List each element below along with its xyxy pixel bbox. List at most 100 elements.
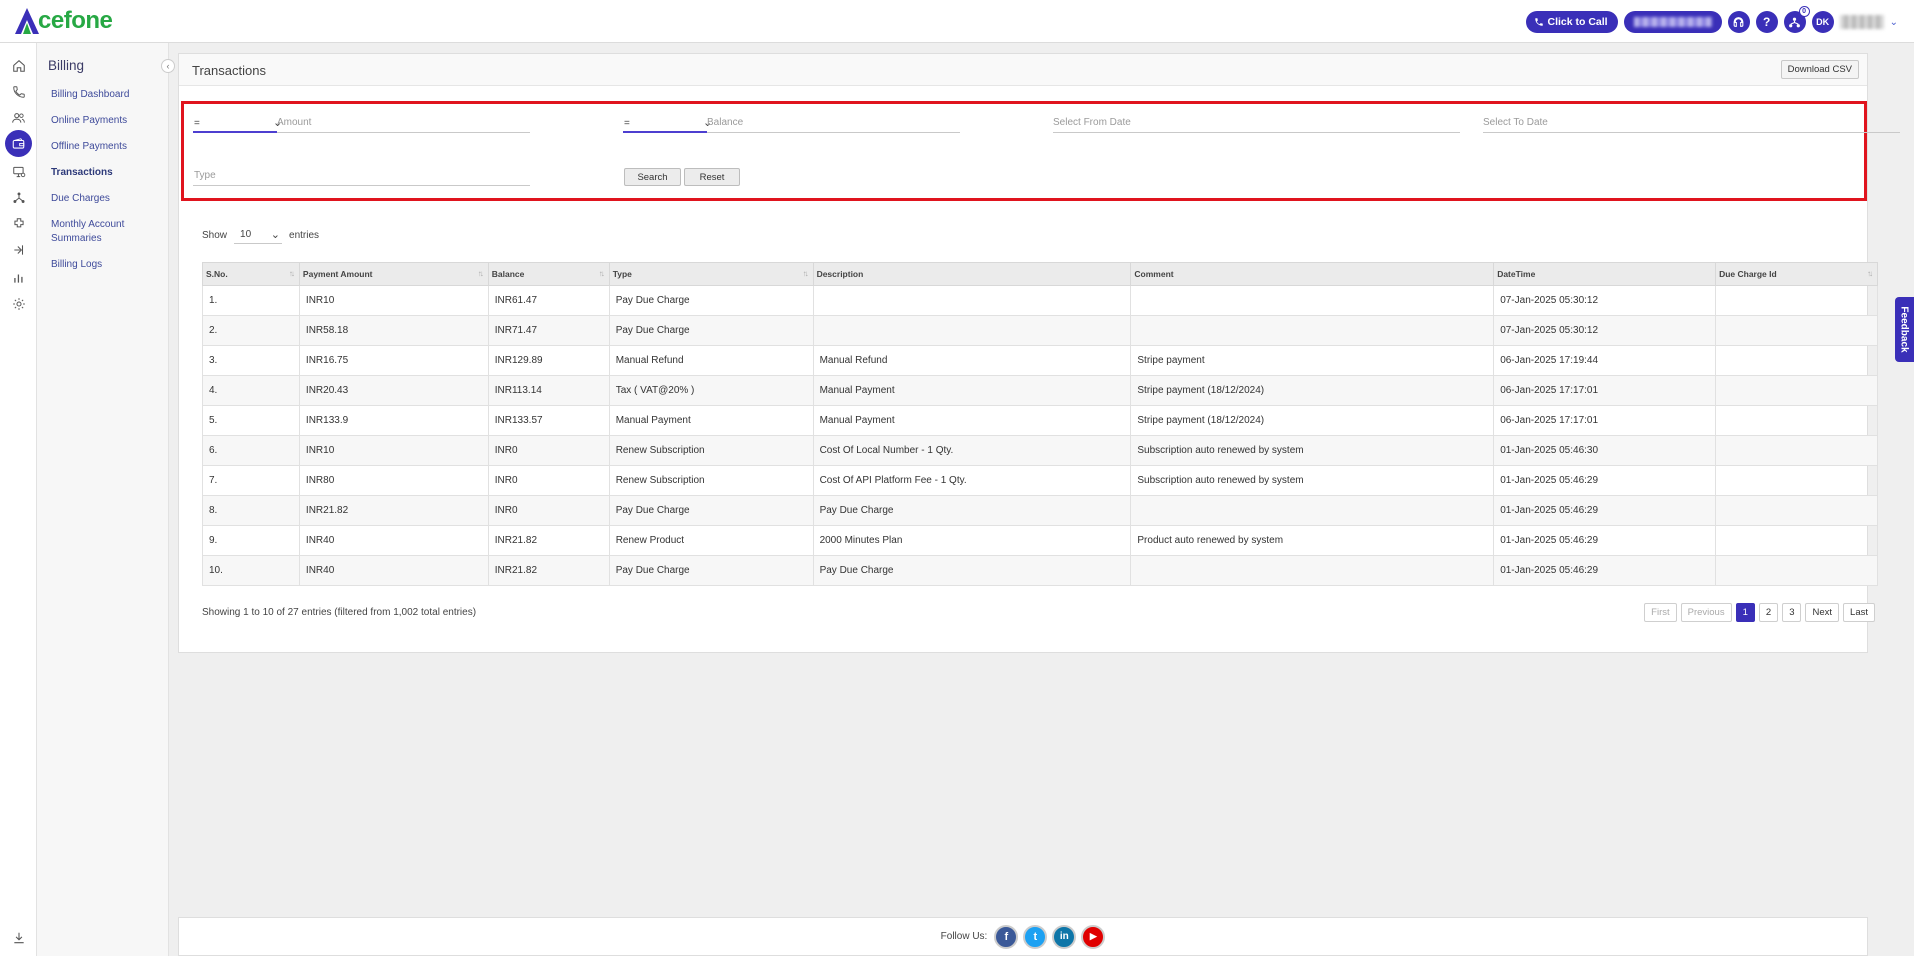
- pagination-last[interactable]: Last: [1843, 603, 1875, 622]
- amount-operator-underline: [193, 131, 277, 133]
- column-header-label: Description: [816, 269, 864, 279]
- pagination-next[interactable]: Next: [1805, 603, 1840, 622]
- acefone-logo[interactable]: cefone: [14, 6, 113, 36]
- transactions-table: S.No. ↑↓ Payment Amount ↑↓ Balance ↑↓ Type ↑↓ De…: [202, 262, 1878, 586]
- subnav-item-due-charges[interactable]: Due Charges: [51, 192, 161, 206]
- routing-icon[interactable]: [6, 237, 31, 262]
- type-input[interactable]: Type: [194, 170, 216, 181]
- table-cell: [1715, 375, 1878, 406]
- to-date-input[interactable]: Select To Date: [1483, 117, 1548, 128]
- table-cell: Subscription auto renewed by system: [1130, 435, 1495, 466]
- pagination-page-1[interactable]: 1: [1735, 603, 1755, 622]
- help-button[interactable]: ?: [1755, 11, 1778, 33]
- column-header[interactable]: Description: [812, 262, 1132, 286]
- column-header[interactable]: DateTime: [1493, 262, 1717, 286]
- icon-sidebar: [0, 43, 37, 956]
- home-icon[interactable]: [6, 53, 31, 78]
- page-length-select[interactable]: 10 ⌄: [234, 226, 283, 244]
- settings-gear-icon[interactable]: [6, 291, 31, 316]
- column-header[interactable]: Balance ↑↓: [487, 262, 610, 286]
- subnav-item-transactions[interactable]: Transactions: [51, 166, 161, 180]
- column-header[interactable]: Due Charge Id ↑↓: [1715, 262, 1878, 286]
- balance-operator-select[interactable]: =: [624, 118, 630, 129]
- phone-nav-icon[interactable]: [6, 79, 31, 104]
- from-date-input[interactable]: Select From Date: [1053, 117, 1131, 128]
- table-cell: INR21.82: [487, 525, 610, 556]
- billing-wallet-icon[interactable]: [5, 130, 32, 157]
- collapse-sidebar-button[interactable]: ‹: [161, 59, 175, 73]
- search-button[interactable]: Search: [624, 168, 681, 186]
- pagination-first[interactable]: First: [1644, 603, 1677, 622]
- subnav-title: Billing: [48, 58, 85, 73]
- column-header-label: Payment Amount: [302, 269, 373, 279]
- question-icon: ?: [1762, 15, 1771, 29]
- facebook-icon[interactable]: f: [994, 924, 1019, 949]
- table-row: 3. INR16.75 INR129.89 Manual Refund Manual R…: [202, 345, 1878, 376]
- table-cell: Renew Product: [608, 525, 814, 556]
- table-cell: INR0: [487, 465, 610, 496]
- subnav-item-billing-logs[interactable]: Billing Logs: [51, 258, 161, 272]
- top-actions: Click to Call ? 0 DK ⌄: [1525, 6, 1898, 34]
- table-cell: [1715, 495, 1878, 526]
- table-cell: [1130, 555, 1495, 586]
- plugins-icon[interactable]: [6, 211, 31, 236]
- table-cell: 06-Jan-2025 17:17:01: [1493, 375, 1717, 406]
- balance-input[interactable]: Balance: [707, 117, 743, 128]
- table-cell: Manual Refund: [812, 345, 1132, 376]
- table-cell: Subscription auto renewed by system: [1130, 465, 1495, 496]
- users-icon[interactable]: [6, 105, 31, 130]
- table-cell: INR61.47: [487, 285, 610, 316]
- reports-chart-icon[interactable]: [6, 265, 31, 290]
- chevron-down-icon[interactable]: ⌄: [1890, 17, 1898, 28]
- feedback-tab[interactable]: Feedback: [1895, 297, 1914, 362]
- pagination-page-2[interactable]: 2: [1758, 603, 1779, 622]
- twitter-icon[interactable]: t: [1023, 924, 1048, 949]
- chevron-left-icon: ‹: [166, 61, 170, 71]
- filter-form: = ⌄ Amount = ⌄ Balance Select From Date …: [181, 101, 1900, 201]
- monitor-settings-icon[interactable]: [6, 159, 31, 184]
- reset-button[interactable]: Reset: [684, 168, 740, 186]
- table-cell: INR0: [487, 495, 610, 526]
- amount-input-underline: [277, 132, 530, 133]
- table-cell: Pay Due Charge: [812, 495, 1132, 526]
- youtube-icon[interactable]: ▶: [1081, 924, 1106, 949]
- caller-id-selector[interactable]: [1623, 11, 1722, 33]
- table-cell: 10.: [202, 555, 300, 586]
- table-cell: [1715, 465, 1878, 496]
- table-cell: INR133.57: [487, 405, 610, 436]
- table-cell: [1715, 525, 1878, 556]
- user-avatar[interactable]: DK: [1811, 11, 1834, 33]
- column-header[interactable]: Type ↑↓: [608, 262, 814, 286]
- network-icon: [1789, 17, 1801, 27]
- subnav-item-online-payments[interactable]: Online Payments: [51, 114, 161, 128]
- page-length-control: Show 10 ⌄ entries: [202, 226, 319, 244]
- column-header[interactable]: Payment Amount ↑↓: [298, 262, 489, 286]
- headset-button[interactable]: [1727, 11, 1750, 33]
- table-cell: INR133.9: [298, 405, 489, 436]
- table-row: 10. INR40 INR21.82 Pay Due Charge Pay Due Ch…: [202, 555, 1878, 586]
- click-to-call-button[interactable]: Click to Call: [1525, 11, 1618, 33]
- table-info: Showing 1 to 10 of 27 entries (filtered …: [202, 607, 477, 618]
- table-cell: [812, 285, 1132, 316]
- integrations-icon[interactable]: [6, 185, 31, 210]
- table-cell: INR129.89: [487, 345, 610, 376]
- subnav-item-billing-dashboard[interactable]: Billing Dashboard: [51, 88, 161, 102]
- table-cell: [1715, 435, 1878, 466]
- subnav-item-monthly-account-summaries[interactable]: Monthly Account Summaries: [51, 218, 135, 246]
- pagination-previous[interactable]: Previous: [1680, 603, 1732, 622]
- download-csv-button[interactable]: Download CSV: [1780, 60, 1859, 79]
- user-name-redacted[interactable]: [1839, 15, 1884, 29]
- amount-input[interactable]: Amount: [277, 117, 311, 128]
- table-cell: 3.: [202, 345, 300, 376]
- linkedin-icon[interactable]: in: [1052, 924, 1077, 949]
- column-header[interactable]: S.No. ↑↓: [202, 262, 300, 286]
- pagination-page-3[interactable]: 3: [1782, 603, 1802, 622]
- network-button[interactable]: 0: [1783, 6, 1810, 33]
- table-cell: 01-Jan-2025 05:46:29: [1493, 465, 1717, 496]
- subnav-item-offline-payments[interactable]: Offline Payments: [51, 140, 161, 154]
- balance-input-underline: [707, 132, 960, 133]
- amount-operator-select[interactable]: =: [194, 118, 200, 129]
- table-cell: 7.: [202, 465, 300, 496]
- column-header[interactable]: Comment: [1130, 262, 1495, 286]
- download-icon[interactable]: [6, 925, 31, 950]
